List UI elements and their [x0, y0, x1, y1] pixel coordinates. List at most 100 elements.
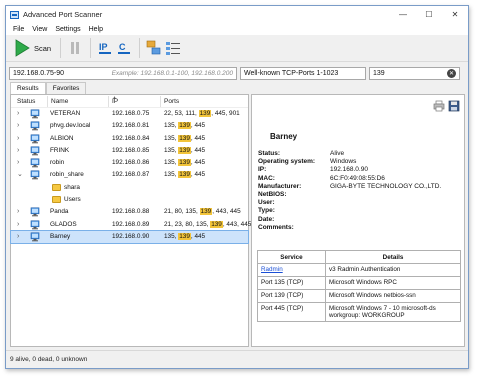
class-c-button[interactable]: C [115, 38, 133, 58]
service-link[interactable]: Radmin [261, 266, 283, 273]
device-name: Barney [270, 132, 298, 141]
service-name: Port 135 (TCP) [257, 276, 326, 290]
print-icon[interactable] [433, 100, 445, 112]
input-row: 192.168.0.75-90 Example: 192.168.0.1-100… [6, 65, 468, 82]
expand-icon[interactable]: › [17, 147, 19, 155]
host-ip: 192.168.0.87 [112, 171, 150, 179]
search-match-highlight: 139 [199, 208, 213, 216]
expand-icon[interactable]: › [17, 110, 19, 118]
close-icon[interactable]: ✕ [442, 6, 468, 23]
computer-icon [30, 207, 40, 217]
property-row: Date: [258, 216, 441, 224]
expand-icon[interactable]: › [17, 135, 19, 143]
computer-icon [30, 170, 40, 180]
title-bar: Advanced Port Scanner — ☐ ✕ [6, 6, 468, 23]
save-icon[interactable] [448, 100, 460, 112]
property-row: Type: [258, 207, 441, 215]
svg-text:IP: IP [99, 42, 108, 52]
column-divider[interactable] [108, 96, 109, 107]
pause-icon [71, 42, 80, 54]
search-input[interactable]: 139 ✕ [369, 67, 460, 80]
host-row[interactable]: › VETERAN 192.168.0.75 22, 53, 111, 139, 44… [11, 108, 248, 120]
ip-range-example: Example: 192.168.0.1-100, 192.168.0.200 [111, 70, 233, 77]
maximize-icon[interactable]: ☐ [416, 6, 442, 23]
host-row[interactable]: › Barney 192.168.0.90 135, 139, 445 [10, 229, 249, 245]
host-row[interactable]: ⌄ robin_share 192.168.0.87 135, 139, 445 [11, 169, 248, 181]
property-label: Operating system: [258, 158, 316, 166]
ports-text: 135, [164, 146, 179, 154]
column-divider[interactable] [160, 96, 161, 107]
column-divider[interactable] [47, 96, 48, 107]
ports-input[interactable]: Well-known TCP-Ports 1-1023 [240, 67, 366, 80]
expand-icon[interactable]: › [17, 122, 19, 130]
host-row[interactable]: › robin 192.168.0.86 135, 139, 445 [11, 157, 248, 169]
search-match-highlight: 139 [178, 171, 191, 179]
c-icon: C [118, 42, 131, 54]
window-title: Advanced Port Scanner [23, 10, 103, 19]
service-details: Microsoft Windows netbios-ssn [325, 289, 461, 303]
ip-range-value: 192.168.0.75-90 [13, 70, 64, 77]
ports-text: , 445 [190, 171, 206, 179]
host-row[interactable]: › Panda 192.168.0.88 21, 80, 135, 139, 443,… [11, 206, 248, 218]
folder-icon [52, 183, 61, 191]
host-name: robin_share [50, 171, 84, 179]
host-row[interactable]: › FRINK 192.168.0.85 135, 139, 445 [11, 145, 248, 157]
host-row[interactable]: › GLADOS 192.168.0.89 21, 23, 80, 135, 139,… [11, 219, 251, 231]
expand-icon[interactable]: › [17, 221, 19, 229]
property-row: Comments: [258, 224, 441, 232]
host-row[interactable]: › phvg.dev.local 192.168.0.81 135, 139, 445 [11, 120, 248, 132]
detail-actions [433, 100, 460, 112]
property-label: Manufacturer: [258, 182, 302, 190]
search-match-highlight: 139 [178, 232, 191, 240]
column-ports[interactable]: Ports [164, 98, 179, 105]
property-row: MAC: 6C:F0:49:08:55:D6 [258, 175, 441, 183]
host-name: FRINK [50, 146, 70, 154]
expand-icon[interactable]: › [17, 208, 19, 216]
minimize-icon[interactable]: — [390, 6, 416, 23]
list-button[interactable] [164, 38, 182, 58]
search-match-highlight: 139 [178, 134, 191, 142]
ip-range-input[interactable]: 192.168.0.75-90 Example: 192.168.0.1-100… [9, 67, 237, 80]
property-label: Date: [258, 215, 275, 223]
ip-button[interactable]: IP [96, 38, 114, 58]
scan-button[interactable]: Scan [10, 37, 55, 59]
menu-settings[interactable]: Settings [51, 26, 84, 33]
pause-button[interactable] [66, 38, 84, 58]
search-value: 139 [373, 70, 385, 77]
menu-help[interactable]: Help [85, 26, 107, 33]
toolbar-separator [139, 38, 141, 58]
clear-icon[interactable]: ✕ [447, 69, 456, 78]
service-name[interactable]: Radmin [257, 263, 326, 277]
tab-favorites[interactable]: Favorites [45, 82, 87, 94]
share-folder-row[interactable]: Users [11, 194, 248, 206]
host-ip: 192.168.0.84 [112, 134, 150, 142]
property-value: 192.168.0.90 [330, 166, 368, 174]
ports-text: , 445 [190, 122, 206, 130]
play-icon [15, 39, 30, 57]
expand-icon[interactable]: › [17, 233, 19, 241]
ports-text: , 445, 901 [211, 110, 240, 117]
expand-icon[interactable]: › [17, 159, 19, 167]
tab-results[interactable]: Results [10, 82, 46, 94]
column-status[interactable]: Status [17, 98, 35, 105]
host-ports: 21, 23, 80, 135, 139, 443, 445 [164, 220, 251, 228]
host-row[interactable]: › ALBION 192.168.0.84 135, 139, 445 [11, 133, 248, 145]
host-name: Panda [50, 208, 69, 216]
ports-text: 135, [164, 134, 179, 142]
column-name[interactable]: Name [51, 98, 68, 105]
computer-icon [30, 232, 40, 242]
collapse-icon[interactable]: ⌄ [17, 171, 23, 179]
results-list[interactable]: Status Name ▲ IP Ports › VETERAN 192.168.0… [10, 94, 251, 347]
search-match-highlight: 139 [178, 122, 191, 130]
host-ports: 135, 139, 445 [164, 171, 206, 179]
share-folder-row[interactable]: shara [11, 182, 248, 194]
menu-file[interactable]: File [9, 26, 28, 33]
toolbar: Scan IP C [6, 35, 468, 62]
services-header-service: Service [257, 250, 326, 264]
column-ip[interactable]: IP [112, 98, 118, 105]
host-ports: 135, 139, 445 [164, 232, 205, 240]
menu-bar: File View Settings Help [6, 23, 468, 35]
property-label: Comments: [258, 223, 294, 231]
menu-view[interactable]: View [28, 26, 51, 33]
network-button[interactable] [145, 38, 163, 58]
